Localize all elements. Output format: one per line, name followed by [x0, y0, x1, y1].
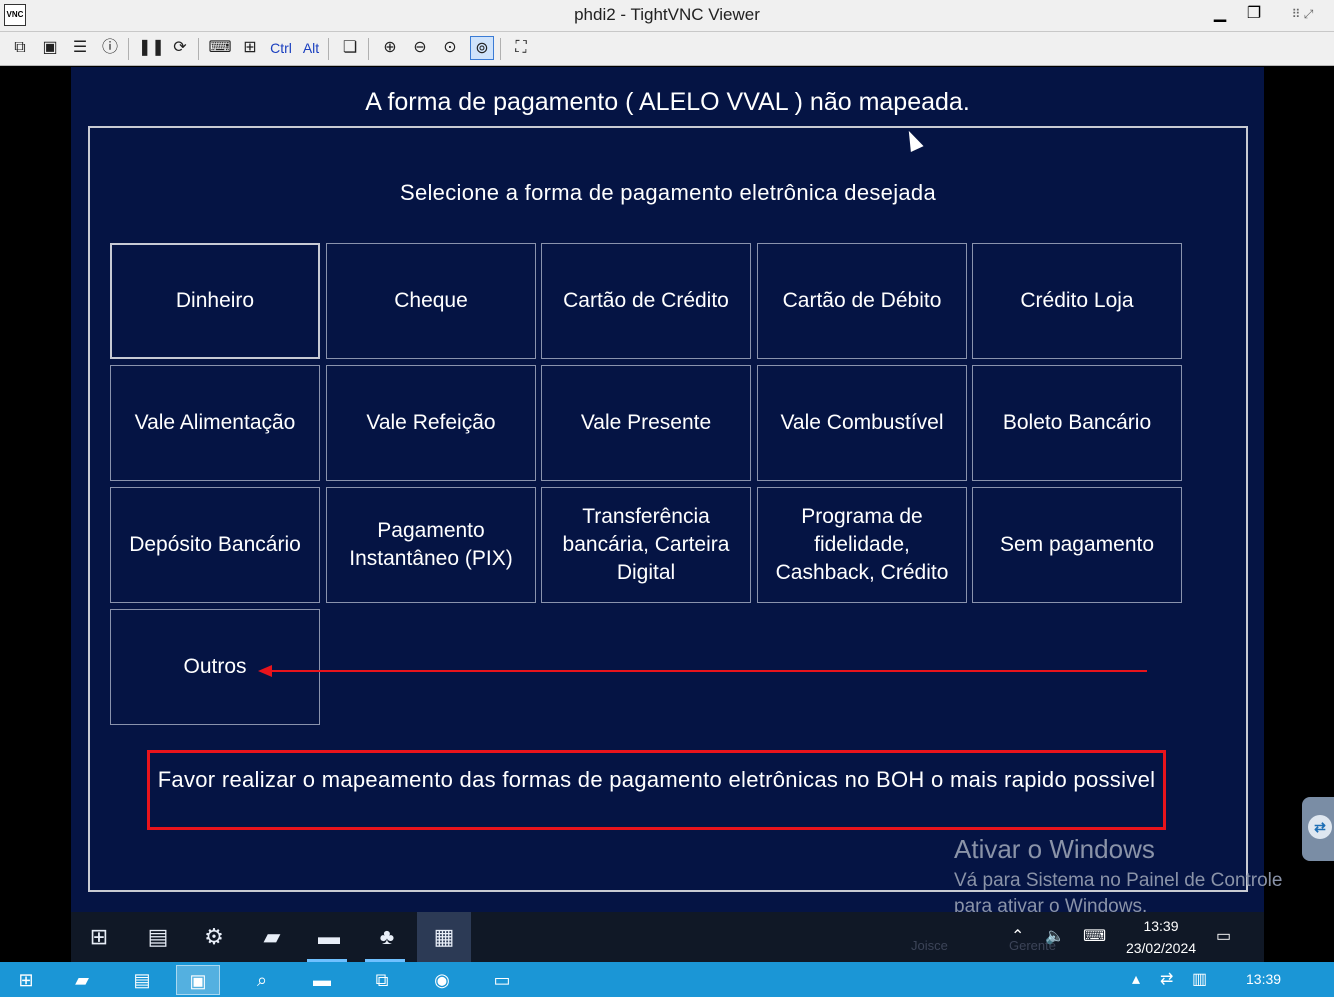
- local-network-tray-icon[interactable]: ▥: [1192, 969, 1207, 989]
- remote-explorer-icon[interactable]: ▰: [257, 922, 287, 952]
- teamviewer-tab[interactable]: ⇄: [1302, 797, 1334, 861]
- remote-volume-icon[interactable]: 🔈: [1045, 926, 1065, 946]
- ctrl-alt-del-icon[interactable]: ⌨: [208, 36, 232, 60]
- dialog-title: Selecione a forma de pagamento eletrônic…: [399, 180, 937, 205]
- local-taskbar: ⊞ ▰ ▤ ▣ ⌕ ▬ ⧉ ◉ ▭ ▴ ⇄ ▥ 13:39: [0, 962, 1334, 997]
- local-teamviewer-tray-icon[interactable]: ⇄: [1160, 969, 1173, 989]
- refresh-icon[interactable]: ⟳: [168, 36, 192, 60]
- payment-option-deposito[interactable]: Depósito Bancário: [110, 487, 320, 603]
- local-tightvnc-icon[interactable]: ▣: [176, 965, 220, 995]
- payment-option-dinheiro[interactable]: Dinheiro: [110, 243, 320, 359]
- clipboard-icon[interactable]: ❏: [338, 36, 362, 60]
- mapping-notice: Favor realizar o mapeamento das formas d…: [147, 750, 1166, 830]
- minimize-button[interactable]: ▁: [1203, 0, 1237, 28]
- activation-watermark-title: Ativar o Windows: [954, 834, 1155, 864]
- window-titlebar: VNC phdi2 - TightVNC Viewer ▁ ❐ ⠿ ⤢: [0, 0, 1334, 32]
- remote-taskbar: ⊞ ▤ ⚙ ▰ ▬ ♣ ▦ Joisce Gerente ⌃ 🔈 ⌨ 13:39…: [71, 912, 1264, 962]
- payment-option-vale-alimentacao[interactable]: Vale Alimentação: [110, 365, 320, 481]
- maximize-button[interactable]: ❐: [1237, 0, 1271, 28]
- toolbar-divider: [368, 38, 369, 60]
- zoom-fit-icon[interactable]: ⊚: [470, 36, 494, 60]
- payment-option-fidelidade[interactable]: Programa de fidelidade, Cashback, Crédit…: [757, 487, 967, 603]
- local-clock: 13:39: [1246, 971, 1282, 987]
- payment-option-vale-presente[interactable]: Vale Presente: [541, 365, 751, 481]
- local-toolbox-icon[interactable]: ▬: [300, 965, 344, 995]
- remote-server-manager-icon[interactable]: ▤: [143, 922, 173, 952]
- remote-app-icon[interactable]: ♣: [372, 922, 402, 952]
- annotation-arrow-line: [270, 670, 1147, 672]
- local-network-icon[interactable]: ⧉: [360, 965, 404, 995]
- zoom-100-icon[interactable]: ⊙: [438, 36, 462, 60]
- fullscreen-icon: ⠿ ⤢: [1291, 7, 1314, 21]
- payment-option-vale-refeicao[interactable]: Vale Refeição: [326, 365, 536, 481]
- remote-pos-app-icon[interactable]: ▦: [429, 922, 459, 952]
- local-start-icon[interactable]: ⊞: [4, 965, 48, 995]
- local-cmd-icon[interactable]: ▭: [480, 965, 524, 995]
- vnc-toolbar: ⧉ ▣ ☰ ⓘ ❚❚ ⟳ ⌨ ⊞ Ctrl Alt ❏ ⊕ ⊖ ⊙ ⊚ ⛶: [0, 32, 1334, 66]
- remote-tray-chevron-icon[interactable]: ⌃: [1011, 926, 1024, 946]
- fullscreen-controls[interactable]: ⠿ ⤢: [1271, 0, 1334, 28]
- payment-option-transferencia[interactable]: Transferência bancária, Carteira Digital: [541, 487, 751, 603]
- payment-option-cartao-credito[interactable]: Cartão de Crédito: [541, 243, 751, 359]
- payment-option-boleto[interactable]: Boleto Bancário: [972, 365, 1182, 481]
- toolbar-divider: [500, 38, 501, 60]
- remote-notification-icon[interactable]: ▭: [1216, 926, 1231, 946]
- unmapped-payment-message: A forma de pagamento ( ALELO VVAL ) não …: [365, 88, 970, 116]
- local-explorer-icon[interactable]: ▰: [60, 965, 104, 995]
- zoom-in-icon[interactable]: ⊕: [378, 36, 402, 60]
- payment-option-cartao-debito[interactable]: Cartão de Débito: [757, 243, 967, 359]
- alt-key-button[interactable]: Alt: [296, 36, 326, 60]
- remote-clock-time: 13:39: [1143, 918, 1179, 934]
- remote-settings-icon[interactable]: ⚙: [199, 922, 229, 952]
- activation-watermark-line1: Vá para Sistema no Painel de Controle: [954, 870, 1283, 891]
- payment-option-sem-pagamento[interactable]: Sem pagamento: [972, 487, 1182, 603]
- new-connection-icon[interactable]: ⧉: [8, 36, 32, 60]
- payment-option-cheque[interactable]: Cheque: [326, 243, 536, 359]
- fullscreen-icon[interactable]: ⛶: [509, 36, 533, 60]
- toolbar-divider: [328, 38, 329, 60]
- save-icon[interactable]: ▣: [38, 36, 62, 60]
- payment-option-pix[interactable]: Pagamento Instantâneo (PIX): [326, 487, 536, 603]
- payment-option-credito-loja[interactable]: Crédito Loja: [972, 243, 1182, 359]
- pause-icon[interactable]: ❚❚: [138, 36, 165, 60]
- local-server-manager-icon[interactable]: ▤: [120, 965, 164, 995]
- annotation-arrow-head: [258, 665, 272, 677]
- remote-ghost-user: Joisce: [911, 938, 948, 953]
- local-chrome-icon[interactable]: ◉: [420, 965, 464, 995]
- local-tray-chevron-icon[interactable]: ▴: [1132, 969, 1140, 989]
- options-icon[interactable]: ☰: [68, 36, 92, 60]
- window-title: phdi2 - TightVNC Viewer: [574, 5, 760, 24]
- win-key-icon[interactable]: ⊞: [238, 36, 262, 60]
- toolbar-divider: [198, 38, 199, 60]
- teamviewer-icon: ⇄: [1308, 815, 1332, 839]
- payment-option-vale-combustivel[interactable]: Vale Combustível: [757, 365, 967, 481]
- remote-start-icon[interactable]: ⊞: [84, 922, 114, 952]
- remote-terminal-icon[interactable]: ▬: [314, 922, 344, 952]
- remote-margin-left: [0, 67, 71, 962]
- info-icon[interactable]: ⓘ: [98, 36, 122, 60]
- zoom-out-icon[interactable]: ⊖: [408, 36, 432, 60]
- toolbar-divider: [128, 38, 129, 60]
- remote-clock-date: 23/02/2024: [1125, 940, 1197, 956]
- ctrl-key-button[interactable]: Ctrl: [266, 36, 296, 60]
- remote-keyboard-icon[interactable]: ⌨: [1083, 926, 1106, 946]
- payment-option-outros[interactable]: Outros: [110, 609, 320, 725]
- local-search-icon[interactable]: ⌕: [240, 965, 284, 995]
